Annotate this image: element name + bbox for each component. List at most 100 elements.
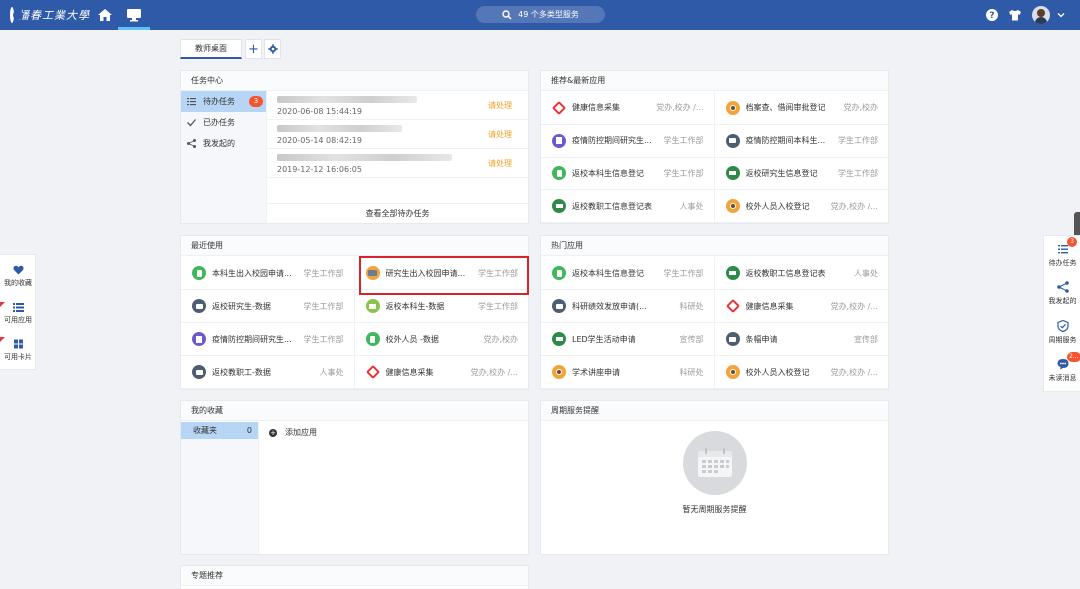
document-icon (552, 166, 566, 181)
app-department: 学生工作部 (663, 168, 704, 178)
right-panel-label: 待办任务 (1048, 259, 1077, 267)
left-panel-favorites[interactable]: 我的收藏 (0, 265, 36, 288)
favorites-folder[interactable]: 收藏夹 0 (181, 422, 258, 439)
chevron-down-icon[interactable] (1056, 10, 1066, 20)
topics-title: 专题推荐 (181, 566, 528, 586)
logo-emblem-icon (10, 7, 23, 23)
app-item[interactable]: 科研绩效发放申请(... 科研处 (541, 290, 715, 323)
view-all-tasks-link[interactable]: 查看全部待办任务 (267, 203, 528, 223)
left-quick-panel: 我的收藏 可用应用 可用卡片 (0, 254, 36, 370)
app-item[interactable]: 档案查、借阅审批登记 党办,校办 (714, 92, 888, 125)
building-icon (552, 133, 566, 148)
left-panel-available-cards[interactable]: 可用卡片 (0, 339, 36, 362)
left-panel-available-apps[interactable]: 可用应用 (0, 302, 36, 325)
app-item-graduate-campus-access[interactable]: 研究生出入校园申请... 学生工作部 (354, 257, 528, 290)
app-name: 学术讲座申请 (572, 367, 620, 377)
right-panel-label: 周期服务 (1048, 336, 1077, 344)
right-panel-pending[interactable]: 待办任务 (1044, 243, 1080, 268)
home-icon[interactable] (97, 8, 113, 22)
task-row[interactable]: 2020-05-14 08:42:19 请处理 (267, 120, 528, 149)
university-logo[interactable]: 播春工業大學 (10, 6, 90, 24)
app-name: 档案查、借阅审批登记 (745, 103, 826, 113)
id-card-icon (552, 199, 566, 214)
app-item[interactable]: 返校教职工信息登记表 人事处 (541, 190, 715, 223)
app-item[interactable]: 健康信息采集 党办,校办 /... (714, 290, 888, 323)
app-item[interactable]: 返校本科生信息登记 学生工作部 (541, 257, 715, 290)
health-cross-icon (725, 298, 740, 314)
app-item[interactable]: 健康信息采集 党办,校办 /... (541, 92, 715, 125)
app-item[interactable]: 条幅申请 宣传部 (714, 323, 888, 356)
theme-shirt-icon[interactable] (1008, 8, 1022, 22)
banner-icon (725, 332, 740, 346)
task-row[interactable]: 2020-06-08 15:44:19 请处理 (267, 91, 528, 120)
redacted-task-title (277, 125, 402, 132)
app-item[interactable]: 校外人员入校登记 党办,校办 /... (714, 356, 888, 389)
app-department: 党办,校办 /... (470, 367, 518, 377)
document-icon (192, 266, 206, 280)
pending-count-badge: 3 (249, 96, 263, 107)
app-department: 党办,校办 /... (830, 301, 878, 311)
user-avatar[interactable] (1032, 6, 1050, 24)
help-icon[interactable]: ? (985, 8, 999, 22)
app-department: 学生工作部 (663, 136, 704, 146)
tab-settings-button[interactable] (264, 39, 281, 59)
health-cross-icon (365, 364, 380, 380)
desktop-icon[interactable] (126, 8, 142, 22)
lecturer-icon (552, 365, 566, 379)
sidebar-item-pending[interactable]: 待办任务 3 (181, 91, 266, 112)
document-icon (552, 266, 566, 280)
empty-calendar-illustration (683, 431, 747, 495)
period-service-card: 周期服务提醒 暂无周期服务提醒 (540, 400, 889, 555)
app-department: 党办,校办 /... (830, 367, 878, 377)
app-item[interactable]: 返校研究生-数据 学生工作部 (181, 290, 355, 323)
task-center-card: 任务中心 待办任务 3 已办任务 我发起的 2020-06-08 15:44:1… (180, 70, 529, 224)
app-item[interactable]: 返校研究生信息登记 学生工作部 (714, 158, 888, 191)
app-name: 返校教职工信息登记表 (745, 268, 826, 278)
left-panel-label: 可用卡片 (4, 353, 32, 361)
favorites-folder-count: 0 (246, 426, 252, 435)
top-bar: 播春工業大學 49 个多类型服务 ? (0, 0, 1080, 30)
recommended-apps-title: 推荐&最新应用 (541, 71, 888, 91)
recommended-apps-card: 推荐&最新应用 健康信息采集 党办,校办 /... 档案查、借阅审批登记 党办,校办… (540, 70, 889, 224)
app-item[interactable]: 疫情防控期间研究生... 学生工作部 (541, 124, 715, 158)
health-cross-icon (551, 100, 567, 115)
app-item[interactable]: 疫情防控期间本科生... 学生工作部 (714, 125, 888, 158)
app-name: 校外人员 -数据 (385, 334, 439, 344)
right-panel-period-service[interactable]: 周期服务 (1044, 320, 1080, 345)
app-item[interactable]: 返校教职工-数据 人事处 (181, 356, 355, 389)
app-item[interactable]: 学术讲座申请 科研处 (541, 356, 715, 389)
service-search-button[interactable]: 49 个多类型服务 (476, 6, 605, 23)
app-item[interactable]: 返校教职工信息登记表 人事处 (714, 257, 888, 290)
sidebar-item-label: 待办任务 (203, 97, 235, 106)
graduate-cap-icon (725, 166, 740, 181)
app-name: 条幅申请 (745, 334, 778, 344)
app-item[interactable]: 健康信息采集 党办,校办 /... (354, 356, 528, 389)
app-department: 学生工作部 (838, 136, 878, 146)
app-item[interactable]: 返校本科生信息登记 学生工作部 (541, 157, 715, 191)
right-panel-initiated[interactable]: 我发起的 (1044, 281, 1080, 306)
desktop-tabs: 教师桌面 + (180, 38, 281, 60)
task-row[interactable]: 2019-12-12 16:06:05 请处理 (267, 149, 528, 178)
favorites-sidebar: 收藏夹 0 (181, 422, 259, 554)
svg-text:?: ? (989, 11, 994, 21)
search-label: 49 个多类型服务 (518, 10, 579, 19)
recently-used-grid: 本科生出入校园申请... 学生工作部 研究生出入校园申请... 学生工作部 返校研究… (181, 257, 528, 389)
app-name: 返校研究生信息登记 (745, 168, 818, 178)
app-item[interactable]: 校外人员 -数据 党办,校办 (354, 323, 528, 356)
app-name: 返校本科生-数据 (385, 301, 445, 311)
add-tab-button[interactable]: + (245, 39, 262, 59)
chat-bubble-icon (1057, 359, 1068, 370)
app-department: 党办,校办 (843, 103, 878, 113)
app-item[interactable]: LED学生活动申请 宣传部 (541, 323, 715, 356)
app-item[interactable]: 本科生出入校园申请... 学生工作部 (181, 257, 355, 290)
app-item[interactable]: 返校本科生-数据 学生工作部 (354, 290, 528, 323)
task-status: 请处理 (488, 130, 512, 139)
add-app-button[interactable]: + 添加应用 (269, 427, 317, 438)
app-item[interactable]: 疫情防控期间研究生... 学生工作部 (181, 323, 355, 356)
tab-teacher-desktop[interactable]: 教师桌面 (180, 39, 242, 59)
app-department: 学生工作部 (478, 268, 518, 278)
sidebar-item-initiated[interactable]: 我发起的 (181, 133, 266, 154)
visitor-icon (725, 365, 740, 379)
app-item[interactable]: 校外人员入校登记 党办,校办 /... (714, 190, 888, 223)
sidebar-item-done[interactable]: 已办任务 (181, 112, 266, 133)
